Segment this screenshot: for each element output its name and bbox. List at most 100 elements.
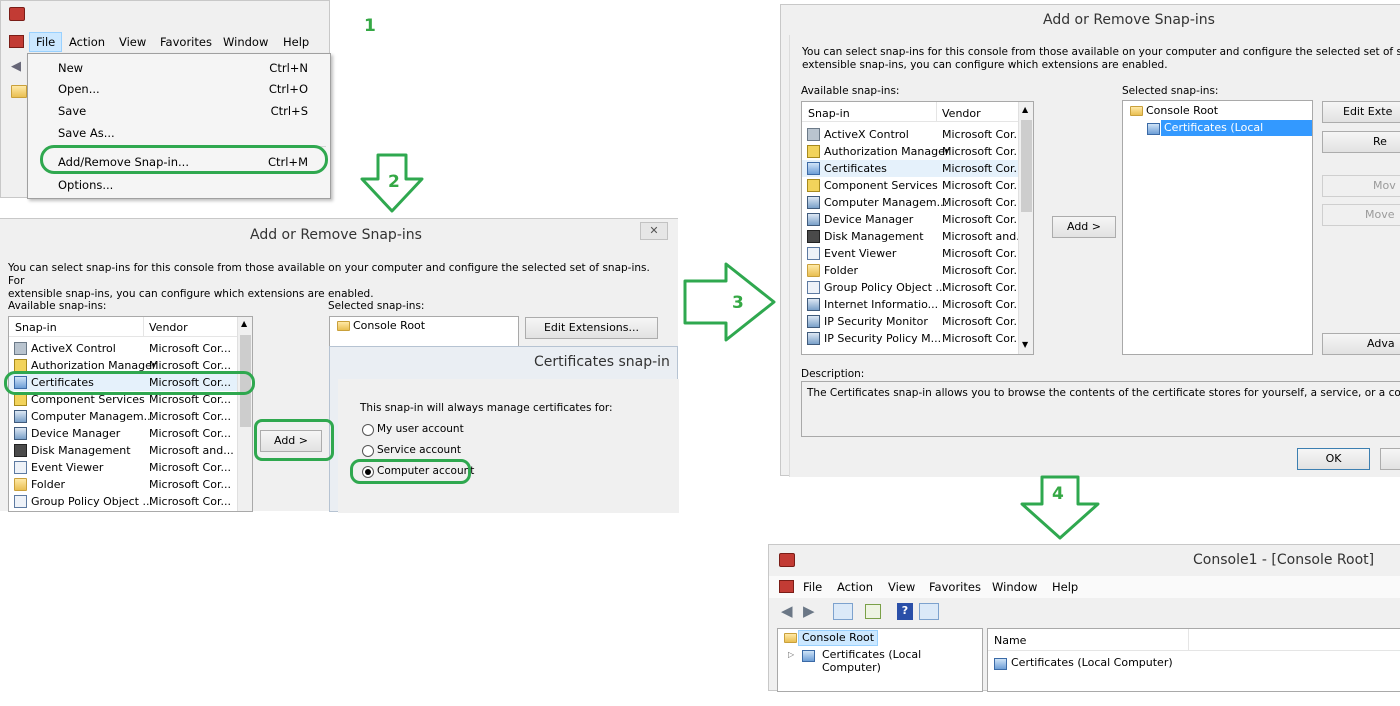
scroll-down-icon[interactable]: ▼: [1022, 340, 1028, 349]
snapin-icon: [807, 196, 820, 209]
move-up-button[interactable]: Mov: [1322, 175, 1400, 197]
mmc-app-icon: [9, 7, 25, 21]
forward-arrow-icon[interactable]: ▶: [803, 602, 815, 620]
menu-window[interactable]: Window: [984, 578, 1045, 596]
menu-help[interactable]: Help: [275, 33, 317, 51]
menu-file[interactable]: File: [795, 578, 830, 596]
snapin-icon: [807, 145, 820, 158]
col-divider: [936, 102, 937, 122]
snapin-row-certificates[interactable]: Certificates Microsoft Cor...: [802, 160, 1018, 177]
ok-button[interactable]: OK: [1297, 448, 1370, 470]
radio-label-my-user-account[interactable]: My user account: [377, 423, 464, 435]
col-header-snapin[interactable]: Snap-in: [15, 321, 57, 334]
snapin-row-internet-informatio[interactable]: Internet Informatio... Microsoft Cor...: [802, 296, 1018, 313]
menu-item-new[interactable]: New Ctrl+N: [58, 57, 328, 79]
col-header-name[interactable]: Name: [994, 634, 1026, 647]
scroll-up-icon[interactable]: ▲: [241, 319, 247, 328]
scroll-thumb[interactable]: [1021, 120, 1032, 212]
add-button-step3[interactable]: Add >: [1052, 216, 1116, 238]
menu-item-open[interactable]: Open... Ctrl+O: [58, 78, 328, 100]
snapin-row-event-viewer[interactable]: Event Viewer Microsoft Cor...: [802, 245, 1018, 262]
snapin-icon: [807, 247, 820, 260]
snapin-icon: [14, 342, 27, 355]
snapin-vendor: Microsoft Cor...: [942, 281, 1018, 294]
radio-service-account[interactable]: [362, 445, 374, 457]
snapin-row-ip-security-policy-m[interactable]: IP Security Policy M... Microsoft Cor...: [802, 330, 1018, 347]
menu-action[interactable]: Action: [61, 33, 113, 51]
export-list-icon[interactable]: [865, 604, 881, 619]
menu-action[interactable]: Action: [829, 578, 881, 596]
results-header: Name: [988, 629, 1400, 651]
menu-item-save[interactable]: Save Ctrl+S: [58, 100, 328, 122]
menu-view[interactable]: View: [880, 578, 923, 596]
show-hide-tree-icon[interactable]: [833, 603, 853, 620]
snapin-vendor: Microsoft Cor...: [942, 264, 1018, 277]
move-down-button[interactable]: Move: [1322, 204, 1400, 226]
menu-favorites[interactable]: Favorites: [921, 578, 989, 596]
snapin-row-computer-managem[interactable]: Computer Managem... Microsoft Cor...: [9, 408, 237, 425]
tree-certificates-local-computer[interactable]: Certificates (Local Computer): [1161, 120, 1312, 149]
snapin-row-folder[interactable]: Folder Microsoft Cor...: [9, 476, 237, 493]
snapin-vendor: Microsoft and...: [149, 444, 234, 457]
radio-label-service-account[interactable]: Service account: [377, 444, 461, 456]
menu-item-options[interactable]: Options...: [58, 174, 328, 196]
snapin-name: Computer Managem...: [824, 196, 948, 209]
snapin-vendor: Microsoft Cor...: [942, 298, 1018, 311]
menu-favorites[interactable]: Favorites: [152, 33, 220, 51]
edit-extensions-button-step3[interactable]: Edit Exte: [1322, 101, 1400, 123]
snapin-row-activex-control[interactable]: ActiveX Control Microsoft Cor...: [802, 126, 1018, 143]
snapin-row-group-policy-object[interactable]: Group Policy Object ... Microsoft Cor...: [802, 279, 1018, 296]
available-snapins-list: Snap-in Vendor ActiveX Control Microsoft …: [8, 316, 253, 512]
snapin-row-authorization-manager[interactable]: Authorization Manager Microsoft Cor...: [802, 143, 1018, 160]
cancel-button-edge[interactable]: [1380, 448, 1400, 470]
snapin-row-computer-managem[interactable]: Computer Managem... Microsoft Cor...: [802, 194, 1018, 211]
snapin-row-device-manager[interactable]: Device Manager Microsoft Cor...: [802, 211, 1018, 228]
radio-my-user-account[interactable]: [362, 424, 374, 436]
description-line-1: You can select snap-ins for this console…: [8, 262, 650, 287]
remove-button[interactable]: Re: [1322, 131, 1400, 153]
snapin-row-event-viewer[interactable]: Event Viewer Microsoft Cor...: [9, 459, 237, 476]
tree-console-root[interactable]: Console Root: [798, 630, 879, 646]
snapin-vendor: Microsoft and...: [942, 230, 1018, 243]
snapin-row-disk-management[interactable]: Disk Management Microsoft and...: [9, 442, 237, 459]
help-icon[interactable]: ?: [897, 603, 913, 620]
tree-certificates-local-computer[interactable]: Certificates (Local Computer): [822, 648, 982, 674]
snapin-vendor: Microsoft Cor...: [942, 213, 1018, 226]
tree-console-root[interactable]: Console Root: [1146, 104, 1218, 117]
list-item-certificates-local-computer[interactable]: Certificates (Local Computer): [1011, 656, 1173, 669]
close-button[interactable]: ✕: [640, 222, 668, 240]
col-header-vendor[interactable]: Vendor: [942, 107, 981, 120]
menu-window[interactable]: Window: [215, 33, 276, 51]
snapin-row-group-policy-object[interactable]: Group Policy Object ... Microsoft Cor...: [9, 493, 237, 510]
snapin-icon: [807, 213, 820, 226]
snapin-icon: [807, 230, 820, 243]
snapin-row-device-manager[interactable]: Device Manager Microsoft Cor...: [9, 425, 237, 442]
col-header-snapin[interactable]: Snap-in: [808, 107, 850, 120]
snapin-row-ip-security-monitor[interactable]: IP Security Monitor Microsoft Cor...: [802, 313, 1018, 330]
snapin-row-disk-management[interactable]: Disk Management Microsoft and...: [802, 228, 1018, 245]
selected-label: Selected snap-ins:: [328, 300, 425, 312]
menu-view[interactable]: View: [111, 33, 154, 51]
back-arrow-icon[interactable]: ◀: [781, 602, 793, 620]
show-hide-action-pane-icon[interactable]: [919, 603, 939, 620]
menu-item-save-as[interactable]: Save As...: [58, 122, 328, 144]
snapin-row-activex-control[interactable]: ActiveX Control Microsoft Cor...: [9, 340, 237, 357]
back-icon[interactable]: ◀: [11, 59, 25, 74]
edit-extensions-button[interactable]: Edit Extensions...: [525, 317, 658, 339]
col-header-vendor[interactable]: Vendor: [149, 321, 188, 334]
menu-file[interactable]: File: [29, 32, 63, 52]
snapin-name: Device Manager: [824, 213, 914, 226]
highlight-certificates-row: [4, 371, 255, 395]
snapin-row-component-services[interactable]: Component Services Microsoft Cor...: [802, 177, 1018, 194]
list-scrollbar-step3[interactable]: ▲ ▼: [1018, 102, 1033, 354]
console-root-item[interactable]: Console Root: [353, 319, 425, 332]
list-scrollbar[interactable]: ▲: [237, 317, 252, 511]
expand-chevron-icon[interactable]: ▷: [788, 650, 794, 659]
available-snapins-rows-step3: ActiveX Control Microsoft Cor... Authoriza…: [802, 126, 1018, 354]
snapin-row-folder[interactable]: Folder Microsoft Cor...: [802, 262, 1018, 279]
scroll-up-icon[interactable]: ▲: [1022, 105, 1028, 114]
advanced-button[interactable]: Adva: [1322, 333, 1400, 355]
available-snapins-rows: ActiveX Control Microsoft Cor... Authoriza…: [9, 340, 237, 511]
menu-help[interactable]: Help: [1044, 578, 1086, 596]
snapin-name: Disk Management: [31, 444, 131, 457]
